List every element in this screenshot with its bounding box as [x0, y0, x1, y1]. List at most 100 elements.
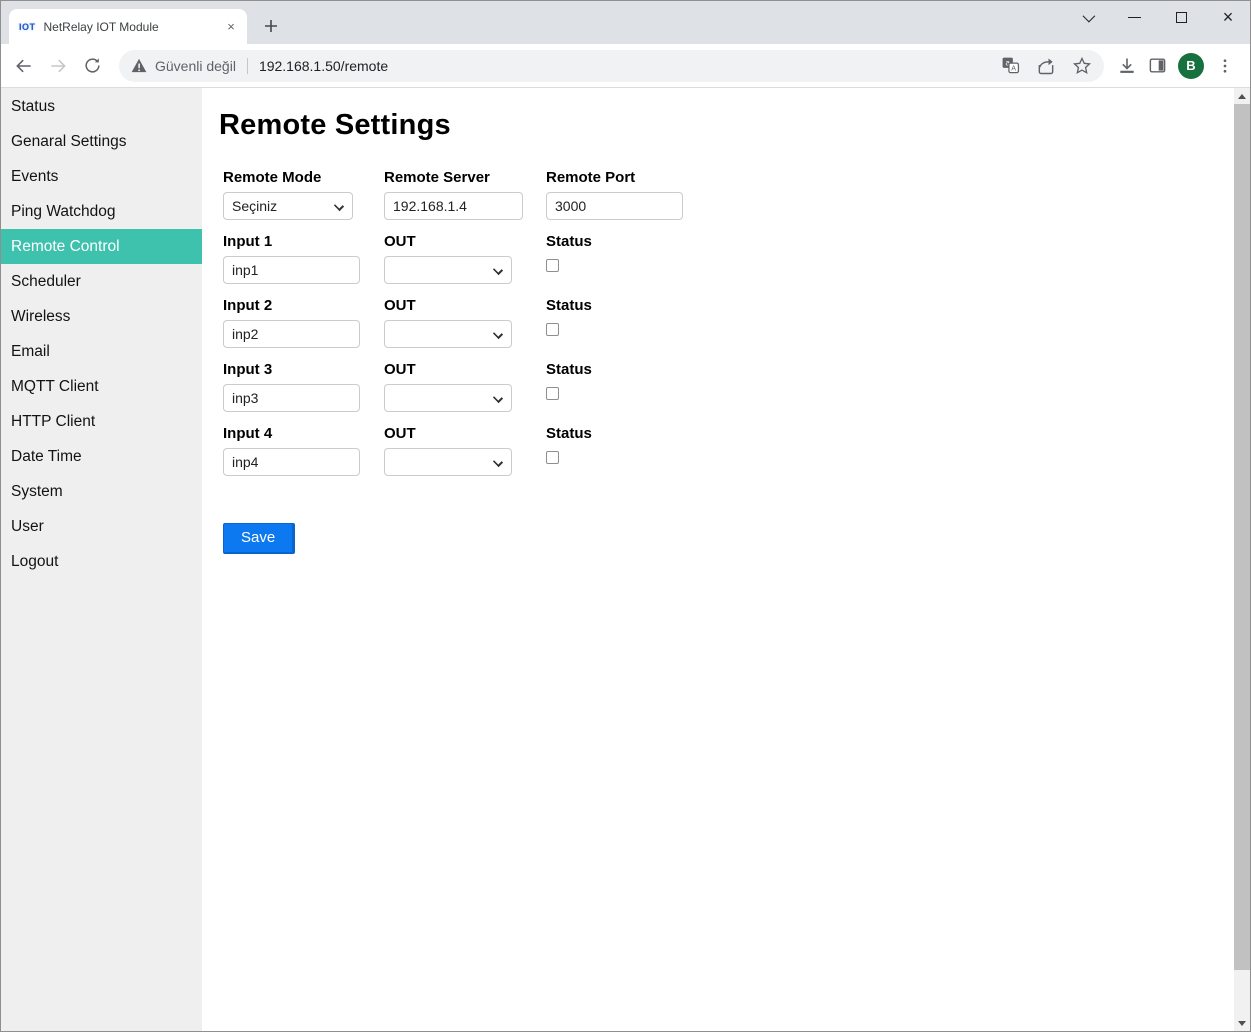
- chevron-down-icon[interactable]: [1079, 9, 1095, 25]
- url-text[interactable]: 192.168.1.50/remote: [259, 58, 388, 74]
- input4-label: Input 4: [223, 425, 384, 442]
- sidebar-item-events[interactable]: Events: [1, 159, 202, 194]
- sidebar-item-scheduler[interactable]: Scheduler: [1, 264, 202, 299]
- save-button[interactable]: Save: [223, 523, 295, 554]
- status3-label: Status: [546, 361, 686, 378]
- chevron-down-icon: [334, 201, 344, 211]
- sidebar-item-date-time[interactable]: Date Time: [1, 439, 202, 474]
- plus-icon: [264, 19, 278, 33]
- scroll-down-arrow-icon[interactable]: [1234, 1015, 1250, 1031]
- maximize-button[interactable]: [1173, 9, 1189, 25]
- remote-port-input[interactable]: [546, 192, 683, 220]
- status1-checkbox[interactable]: [546, 259, 559, 272]
- side-panel-button[interactable]: [1142, 51, 1172, 81]
- out4-select[interactable]: [384, 448, 512, 476]
- browser-toolbar: Güvenli değil 192.168.1.50/remote aA B: [1, 44, 1250, 88]
- sidebar-item-http-client[interactable]: HTTP Client: [1, 404, 202, 439]
- download-icon: [1117, 56, 1137, 76]
- arrow-left-icon: [14, 56, 34, 76]
- sidebar: Status Genaral Settings Events Ping Watc…: [1, 88, 202, 1031]
- input1-label: Input 1: [223, 233, 384, 250]
- minimize-button[interactable]: [1126, 9, 1142, 25]
- reload-icon: [83, 56, 102, 75]
- profile-avatar[interactable]: B: [1178, 53, 1204, 79]
- input3-name-input[interactable]: [223, 384, 360, 412]
- status4-label: Status: [546, 425, 686, 442]
- scroll-up-arrow-icon[interactable]: [1234, 88, 1250, 104]
- chevron-down-icon: [493, 265, 503, 275]
- warning-icon: [131, 58, 147, 73]
- out3-select[interactable]: [384, 384, 512, 412]
- bookmark-button[interactable]: [1072, 56, 1092, 76]
- divider: [247, 58, 248, 74]
- browser-window: IOT NetRelay IOT Module × × Güvenli deği…: [0, 0, 1251, 1032]
- back-button[interactable]: [9, 51, 39, 81]
- status3-checkbox[interactable]: [546, 387, 559, 400]
- address-bar[interactable]: Güvenli değil 192.168.1.50/remote aA: [119, 50, 1104, 82]
- star-icon: [1072, 56, 1092, 76]
- remote-mode-value: Seçiniz: [232, 198, 277, 214]
- sidebar-item-system[interactable]: System: [1, 474, 202, 509]
- remote-server-label: Remote Server: [384, 169, 546, 186]
- sidebar-item-mqtt-client[interactable]: MQTT Client: [1, 369, 202, 404]
- input1-name-input[interactable]: [223, 256, 360, 284]
- out2-select[interactable]: [384, 320, 512, 348]
- sidebar-item-logout[interactable]: Logout: [1, 544, 202, 579]
- tab-close-icon[interactable]: ×: [223, 19, 239, 35]
- remote-settings-row: Remote Mode Seçiniz Remote Server Remote…: [223, 169, 1250, 220]
- remote-mode-select[interactable]: Seçiniz: [223, 192, 353, 220]
- sidebar-item-user[interactable]: User: [1, 509, 202, 544]
- reload-button[interactable]: [77, 51, 107, 81]
- sidebar-item-wireless[interactable]: Wireless: [1, 299, 202, 334]
- sidebar-item-remote-control[interactable]: Remote Control: [1, 229, 202, 264]
- translate-button[interactable]: aA: [1001, 56, 1020, 75]
- security-status[interactable]: Güvenli değil: [155, 58, 236, 74]
- site-favicon-icon: IOT: [19, 22, 36, 32]
- input3-label: Input 3: [223, 361, 384, 378]
- scrollbar-thumb[interactable]: [1234, 104, 1250, 970]
- remote-mode-label: Remote Mode: [223, 169, 384, 186]
- chevron-down-icon: [493, 457, 503, 467]
- out1-label: OUT: [384, 233, 546, 250]
- tab-title: NetRelay IOT Module: [44, 20, 224, 34]
- kebab-menu-icon: [1216, 57, 1234, 75]
- input4-name-input[interactable]: [223, 448, 360, 476]
- out3-label: OUT: [384, 361, 546, 378]
- out4-label: OUT: [384, 425, 546, 442]
- browser-menu-button[interactable]: [1210, 51, 1240, 81]
- main-content: Remote Settings Remote Mode Seçiniz Remo…: [202, 88, 1250, 1031]
- page-viewport: Status Genaral Settings Events Ping Watc…: [1, 88, 1250, 1031]
- forward-button[interactable]: [43, 51, 73, 81]
- sidebar-item-status[interactable]: Status: [1, 89, 202, 124]
- input2-label: Input 2: [223, 297, 384, 314]
- page-title: Remote Settings: [219, 109, 1250, 142]
- input2-name-input[interactable]: [223, 320, 360, 348]
- browser-tab[interactable]: IOT NetRelay IOT Module ×: [9, 9, 247, 44]
- tab-strip: IOT NetRelay IOT Module × ×: [1, 1, 1250, 44]
- share-icon: [1036, 56, 1056, 76]
- status1-label: Status: [546, 233, 686, 250]
- vertical-scrollbar[interactable]: [1234, 88, 1250, 1031]
- svg-text:A: A: [1011, 65, 1016, 73]
- input-row-4: Input 4 OUT Status: [223, 425, 1250, 476]
- sidebar-item-ping-watchdog[interactable]: Ping Watchdog: [1, 194, 202, 229]
- out2-label: OUT: [384, 297, 546, 314]
- share-button[interactable]: [1036, 56, 1056, 76]
- close-button[interactable]: ×: [1220, 9, 1236, 25]
- chevron-down-icon: [493, 329, 503, 339]
- remote-server-input[interactable]: [384, 192, 523, 220]
- window-controls: ×: [1079, 5, 1236, 29]
- out1-select[interactable]: [384, 256, 512, 284]
- chevron-down-icon: [493, 393, 503, 403]
- downloads-button[interactable]: [1112, 51, 1142, 81]
- input-row-3: Input 3 OUT Status: [223, 361, 1250, 412]
- new-tab-button[interactable]: [257, 12, 285, 40]
- translate-icon: aA: [1001, 56, 1020, 75]
- status4-checkbox[interactable]: [546, 451, 559, 464]
- status2-checkbox[interactable]: [546, 323, 559, 336]
- side-panel-icon: [1148, 56, 1167, 75]
- input-row-2: Input 2 OUT Status: [223, 297, 1250, 348]
- status2-label: Status: [546, 297, 686, 314]
- sidebar-item-email[interactable]: Email: [1, 334, 202, 369]
- sidebar-item-general-settings[interactable]: Genaral Settings: [1, 124, 202, 159]
